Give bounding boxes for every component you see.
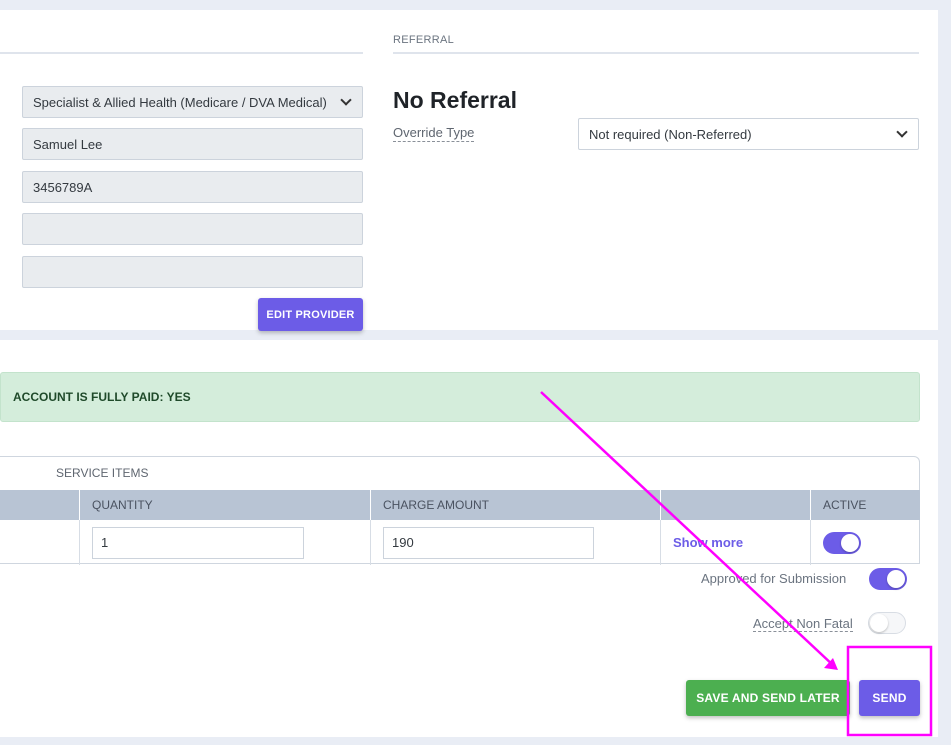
toggle-knob [841, 533, 859, 552]
charge-amount-input[interactable]: 190 [383, 526, 594, 559]
table-header-blank [661, 490, 811, 520]
service-items-table-header: QUANTITY CHARGE AMOUNT ACTIVE [0, 490, 920, 520]
edit-provider-button[interactable]: EDIT PROVIDER [258, 298, 363, 331]
quantity-input[interactable]: 1 [92, 526, 304, 559]
table-header-cell-blank [0, 490, 80, 520]
show-more-link[interactable]: Show more [673, 535, 743, 550]
table-cell-blank [0, 520, 80, 565]
account-paid-alert: ACCOUNT IS FULLY PAID: YES [0, 372, 920, 422]
chevron-down-icon [340, 94, 352, 106]
table-header-active: ACTIVE [823, 498, 867, 512]
accept-non-fatal-label: Accept Non Fatal [753, 616, 853, 632]
approved-for-submission-toggle[interactable] [869, 568, 907, 590]
chevron-down-icon [896, 126, 908, 138]
override-type-value: Not required (Non-Referred) [589, 126, 752, 142]
active-toggle[interactable] [823, 531, 861, 554]
table-cell-show-more: Show more [661, 520, 811, 565]
referral-section-label: REFERRAL [393, 34, 455, 46]
send-button[interactable]: SEND [859, 680, 920, 716]
table-header-quantity: QUANTITY [80, 490, 371, 520]
service-items-card: SERVICE ITEMS QUANTITY CHARGE AMOUNT ACT… [0, 456, 920, 565]
accept-non-fatal-toggle[interactable] [868, 612, 906, 634]
provider-field-5[interactable] [22, 256, 363, 288]
override-type-label: Override Type [393, 125, 475, 142]
table-row: 1 190 Show more [0, 520, 920, 565]
toggle-knob [870, 614, 888, 632]
provider-section-divider [0, 52, 363, 54]
provider-referral-panel: REFERRAL Specialist & Allied Health (Med… [0, 10, 938, 331]
table-header-charge-amount: CHARGE AMOUNT [371, 490, 661, 520]
tab-service-items[interactable]: SERVICE ITEMS [56, 466, 148, 480]
approved-for-submission-label: Approved for Submission [701, 571, 847, 586]
table-cell-quantity: 1 [80, 520, 371, 565]
referral-section-divider [393, 52, 919, 54]
provider-number-field[interactable]: 3456789A [22, 171, 363, 203]
provider-field-4[interactable] [22, 213, 363, 245]
referral-title: No Referral [393, 87, 517, 113]
table-cell-active [811, 520, 920, 565]
service-type-value: Specialist & Allied Health (Medicare / D… [33, 94, 327, 110]
toggle-knob [887, 570, 905, 588]
service-type-select[interactable]: Specialist & Allied Health (Medicare / D… [22, 86, 363, 118]
account-panel: ACCOUNT IS FULLY PAID: YES SERVICE ITEMS… [0, 340, 938, 737]
override-type-select[interactable]: Not required (Non-Referred) [578, 118, 919, 150]
table-cell-charge: 190 [371, 520, 661, 565]
provider-name-field[interactable]: Samuel Lee [22, 128, 363, 160]
save-and-send-later-button[interactable]: SAVE AND SEND LATER [686, 680, 850, 716]
